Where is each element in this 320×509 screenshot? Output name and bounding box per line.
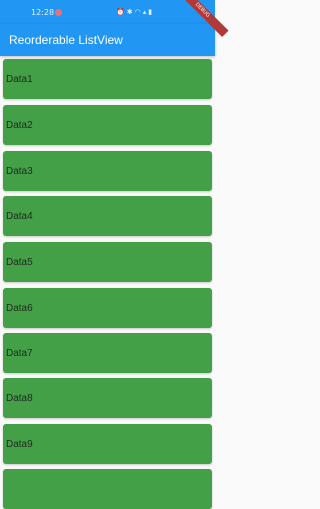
signal-icon: ▴ (142, 8, 147, 16)
list-item-label: Data6 (6, 303, 33, 314)
list-item[interactable] (3, 469, 212, 509)
list-item-label: Data9 (6, 439, 33, 450)
wifi-icon: ◠ (134, 8, 141, 16)
notification-icon (55, 9, 62, 16)
list-item[interactable]: Data8 (3, 378, 212, 418)
list-item-label: Data1 (6, 74, 33, 85)
bluetooth-icon: ✱ (126, 8, 133, 16)
list-item-label: Data3 (6, 166, 33, 177)
list-item[interactable]: Data2 (3, 105, 212, 145)
list-item-label: Data4 (6, 211, 33, 222)
list-item[interactable]: Data7 (3, 333, 212, 373)
app-bar: Reorderable ListView (0, 24, 215, 56)
status-icons: ⏰ ✱ ◠ ▴ ▮ (116, 7, 152, 17)
list-item-label: Data2 (6, 120, 33, 131)
list-item-label: Data8 (6, 393, 33, 404)
page-title: Reorderable ListView (9, 33, 123, 47)
list-item[interactable]: Data9 (3, 424, 212, 464)
alarm-icon: ⏰ (116, 8, 125, 16)
list-item[interactable]: Data4 (3, 196, 212, 236)
list-item[interactable]: Data1 (3, 59, 212, 99)
list-item-label: Data5 (6, 257, 33, 268)
list-item[interactable]: Data5 (3, 242, 212, 282)
reorderable-list: Data1 Data2 Data3 Data4 Data5 Data6 Data… (0, 56, 215, 509)
status-time: 12:28 (31, 8, 55, 17)
battery-icon: ▮ (148, 8, 153, 16)
list-item[interactable]: Data3 (3, 151, 212, 191)
list-item[interactable]: Data6 (3, 288, 212, 328)
list-item-label: Data7 (6, 348, 33, 359)
status-bar: 12:28 ⏰ ✱ ◠ ▴ ▮ (0, 0, 215, 24)
